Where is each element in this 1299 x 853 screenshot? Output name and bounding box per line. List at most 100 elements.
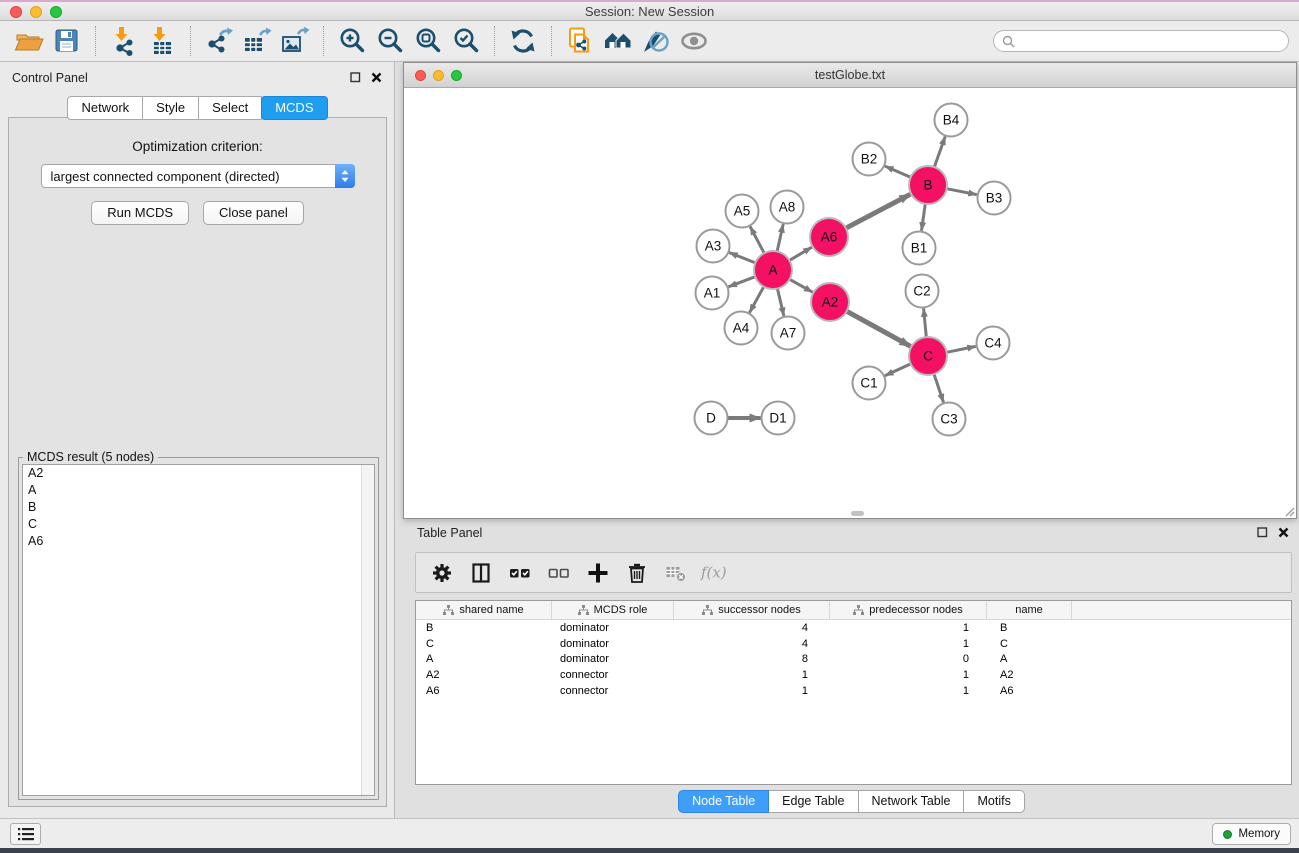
table-cell[interactable]: A xyxy=(416,653,552,665)
tab-style[interactable]: Style xyxy=(142,96,199,120)
table-cell[interactable]: 8 xyxy=(674,653,830,665)
import-table-button[interactable] xyxy=(143,24,181,58)
table-cell[interactable]: connector xyxy=(552,685,674,697)
node-A2[interactable]: A2 xyxy=(811,283,849,321)
edge-B-B1[interactable] xyxy=(922,204,926,231)
node-D1[interactable]: D1 xyxy=(762,402,795,435)
node-C1[interactable]: C1 xyxy=(853,367,886,400)
node-A5[interactable]: A5 xyxy=(726,195,759,228)
tab-mcds[interactable]: MCDS xyxy=(261,96,327,120)
table-cell[interactable]: 1 xyxy=(830,685,987,697)
save-session-button[interactable] xyxy=(48,24,86,58)
table-cell[interactable]: 1 xyxy=(674,685,830,697)
tab-node-table[interactable]: Node Table xyxy=(678,790,769,813)
open-session-button[interactable] xyxy=(10,24,48,58)
mcds-result-item[interactable]: A6 xyxy=(23,533,374,550)
import-network-button[interactable] xyxy=(105,24,143,58)
table-cell[interactable]: 1 xyxy=(830,622,987,634)
delete-column-button[interactable] xyxy=(621,557,653,589)
show-details-button[interactable] xyxy=(675,24,713,58)
refresh-layout-button[interactable] xyxy=(504,24,542,58)
network-minimize-button[interactable] xyxy=(433,70,444,81)
node-A6[interactable]: A6 xyxy=(810,218,848,256)
run-mcds-button[interactable]: Run MCDS xyxy=(91,201,189,225)
table-row[interactable]: A2connector11A2 xyxy=(416,667,1291,683)
column-header-predecessor-nodes[interactable]: predecessor nodes xyxy=(830,601,987,619)
criterion-dropdown[interactable]: largest connected component (directed) xyxy=(41,164,355,188)
node-C[interactable]: C xyxy=(909,337,947,375)
table-mode-gear-button[interactable] xyxy=(426,557,458,589)
node-C3[interactable]: C3 xyxy=(933,403,966,436)
edge-A-A3[interactable] xyxy=(729,253,755,263)
table-cell[interactable]: 4 xyxy=(674,638,830,650)
clone-network-button[interactable] xyxy=(561,24,599,58)
network-zoom-button[interactable] xyxy=(451,70,462,81)
mcds-result-item[interactable]: A xyxy=(23,482,374,499)
tab-edge-table[interactable]: Edge Table xyxy=(768,790,858,813)
column-header-shared-name[interactable]: shared name xyxy=(416,601,552,619)
export-image-button[interactable] xyxy=(276,24,314,58)
table-cell[interactable]: dominator xyxy=(552,638,674,650)
node-B4[interactable]: B4 xyxy=(935,104,968,137)
zoom-fit-button[interactable] xyxy=(409,24,447,58)
table-row[interactable]: A6connector11A6 xyxy=(416,683,1291,699)
mcds-result-item[interactable]: A2 xyxy=(23,465,374,482)
table-cell[interactable]: 4 xyxy=(674,622,830,634)
table-cell[interactable]: 1 xyxy=(830,669,987,681)
float-table-panel-button[interactable] xyxy=(1257,527,1268,538)
edge-A2-C[interactable] xyxy=(847,311,911,346)
table-cell[interactable]: dominator xyxy=(552,622,674,634)
edge-A6-B[interactable] xyxy=(846,194,911,228)
edge-A-A2[interactable] xyxy=(790,279,813,292)
node-A1[interactable]: A1 xyxy=(696,277,729,310)
home-button[interactable] xyxy=(599,24,637,58)
table-cell[interactable]: B xyxy=(987,622,1072,634)
memory-button[interactable]: Memory xyxy=(1212,823,1291,845)
node-C2[interactable]: C2 xyxy=(906,275,939,308)
search-input[interactable] xyxy=(1020,34,1280,48)
node-A8[interactable]: A8 xyxy=(771,191,804,224)
select-all-button[interactable] xyxy=(504,557,536,589)
table-cell[interactable]: 1 xyxy=(830,638,987,650)
resize-grip-icon[interactable] xyxy=(1282,504,1295,517)
table-cell[interactable]: A6 xyxy=(987,685,1072,697)
deselect-all-button[interactable] xyxy=(543,557,575,589)
column-header-mcds-role[interactable]: MCDS role xyxy=(552,601,674,619)
mcds-result-item[interactable]: B xyxy=(23,499,374,516)
table-cell[interactable]: B xyxy=(416,622,552,634)
tab-select[interactable]: Select xyxy=(198,96,262,120)
table-cell[interactable]: C xyxy=(416,638,552,650)
node-B3[interactable]: B3 xyxy=(978,182,1011,215)
tab-motifs[interactable]: Motifs xyxy=(963,790,1024,813)
node-A3[interactable]: A3 xyxy=(697,230,730,263)
node-B[interactable]: B xyxy=(909,166,947,204)
node-B1[interactable]: B1 xyxy=(903,232,936,265)
node-B2[interactable]: B2 xyxy=(853,143,886,176)
table-cell[interactable]: dominator xyxy=(552,653,674,665)
zoom-selected-button[interactable] xyxy=(447,24,485,58)
table-row[interactable]: Bdominator41B xyxy=(416,620,1291,636)
close-table-panel-button[interactable] xyxy=(1278,527,1289,538)
export-network-button[interactable] xyxy=(200,24,238,58)
edge-A-A5[interactable] xyxy=(750,227,764,254)
node-D[interactable]: D xyxy=(695,402,728,435)
mcds-result-item[interactable]: C xyxy=(23,516,374,533)
edge-B-B2[interactable] xyxy=(885,166,911,177)
node-A7[interactable]: A7 xyxy=(772,317,805,350)
edge-A-A8[interactable] xyxy=(777,224,783,251)
tab-network[interactable]: Network xyxy=(67,96,143,120)
table-cell[interactable]: A xyxy=(987,653,1072,665)
network-graph-canvas[interactable]: B4B2BB3A5A8A6A3AB1A1A2C2A4A7C4CC1DD1C3 xyxy=(405,88,1296,513)
close-panel-button-2[interactable]: Close panel xyxy=(203,201,304,225)
table-cell[interactable]: 0 xyxy=(830,653,987,665)
table-cell[interactable]: 1 xyxy=(674,669,830,681)
export-table-button[interactable] xyxy=(238,24,276,58)
edge-C-C1[interactable] xyxy=(885,364,911,376)
edge-A-A1[interactable] xyxy=(728,277,755,287)
horizontal-scrollbar-thumb[interactable] xyxy=(851,511,864,516)
hide-labels-button[interactable] xyxy=(637,24,675,58)
edge-C-C2[interactable] xyxy=(924,308,927,337)
edge-A-A4[interactable] xyxy=(750,287,764,313)
edge-A-A6[interactable] xyxy=(789,247,811,260)
table-row[interactable]: Adominator80A xyxy=(416,652,1291,668)
